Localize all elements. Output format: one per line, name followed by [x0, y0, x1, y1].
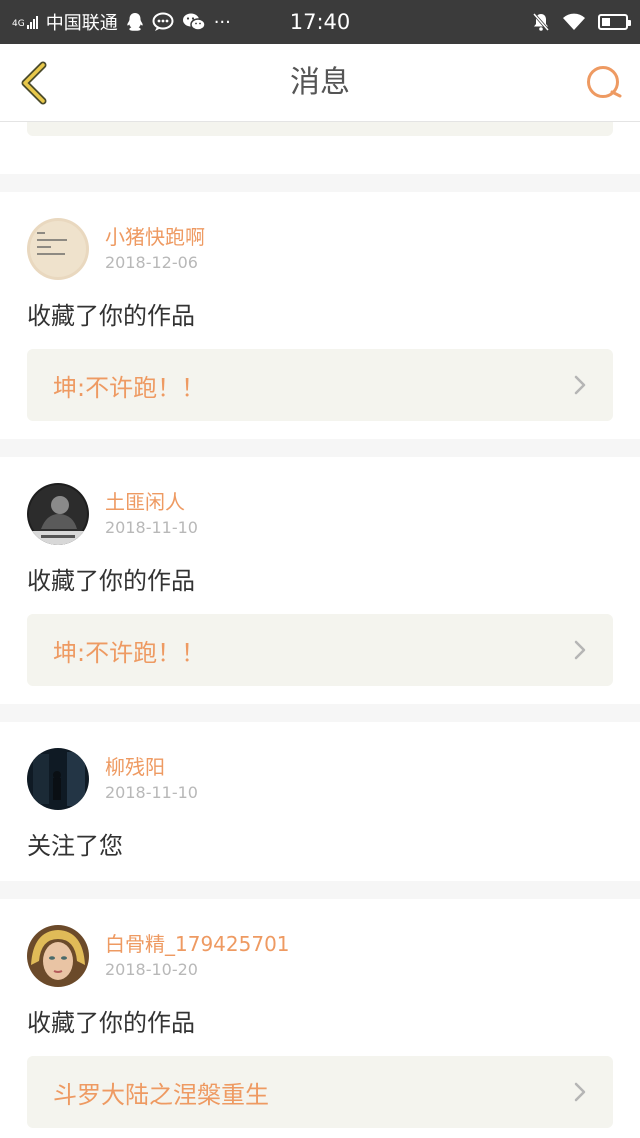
- message-date: 2018-11-10: [105, 783, 198, 802]
- more-notifications: ···: [213, 11, 231, 33]
- chevron-right-icon: [574, 375, 586, 395]
- avatar[interactable]: [27, 218, 89, 280]
- network-type: 4G: [12, 18, 25, 29]
- search-button[interactable]: [584, 63, 624, 103]
- page-title: 消息: [290, 65, 350, 100]
- username[interactable]: 小猪快跑啊: [105, 223, 205, 251]
- work-title: 斗罗大陆之涅槃重生: [53, 1080, 269, 1109]
- username[interactable]: 土匪闲人: [105, 488, 198, 516]
- wifi-icon: [562, 13, 586, 31]
- wechat-icon: [182, 12, 206, 32]
- work-link[interactable]: 斗罗大陆之涅槃重生: [27, 1056, 613, 1128]
- message-icon: [152, 12, 174, 32]
- username[interactable]: 白骨精_179425701: [105, 930, 290, 958]
- chevron-right-icon: [574, 640, 586, 660]
- work-title: 坤:不许跑！！: [53, 638, 206, 667]
- clock: 17:40: [289, 10, 351, 34]
- message-item: 柳残阳 2018-11-10 关注了您: [0, 722, 640, 881]
- message-item: 土匪闲人 2018-11-10 收藏了你的作品 坤:不许跑！！: [0, 457, 640, 704]
- work-link-stub[interactable]: [27, 122, 613, 136]
- search-icon: [587, 66, 622, 98]
- signal-icon: 4G: [12, 15, 38, 29]
- message-date: 2018-10-20: [105, 960, 198, 979]
- mute-bell-icon: [532, 12, 550, 32]
- avatar[interactable]: [27, 483, 89, 545]
- status-bar: 4G 中国联通 ··· 17:40: [0, 0, 640, 44]
- work-link[interactable]: 坤:不许跑！！: [27, 349, 613, 421]
- avatar[interactable]: [27, 748, 89, 810]
- work-title: 坤:不许跑！！: [53, 373, 206, 402]
- qq-icon: [126, 12, 144, 32]
- work-link[interactable]: 坤:不许跑！！: [27, 614, 613, 686]
- chevron-right-icon: [574, 1082, 586, 1102]
- avatar[interactable]: [27, 925, 89, 987]
- username[interactable]: 柳残阳: [105, 753, 198, 781]
- battery-icon: [598, 14, 631, 30]
- message-action: 关注了您: [27, 832, 123, 860]
- header: 消息: [0, 44, 640, 122]
- message-item: 小猪快跑啊 2018-12-06 收藏了你的作品 坤:不许跑！！: [0, 192, 640, 439]
- message-action: 收藏了你的作品: [27, 302, 195, 330]
- carrier-name: 中国联通: [45, 13, 118, 34]
- message-date: 2018-11-10: [105, 518, 198, 537]
- message-item: 白骨精_179425701 2018-10-20 收藏了你的作品 斗罗大陆之涅槃…: [0, 899, 640, 1138]
- message-action: 收藏了你的作品: [27, 567, 195, 595]
- previous-message-stub: [0, 122, 640, 174]
- message-action: 收藏了你的作品: [27, 1009, 195, 1037]
- message-date: 2018-12-06: [105, 253, 198, 272]
